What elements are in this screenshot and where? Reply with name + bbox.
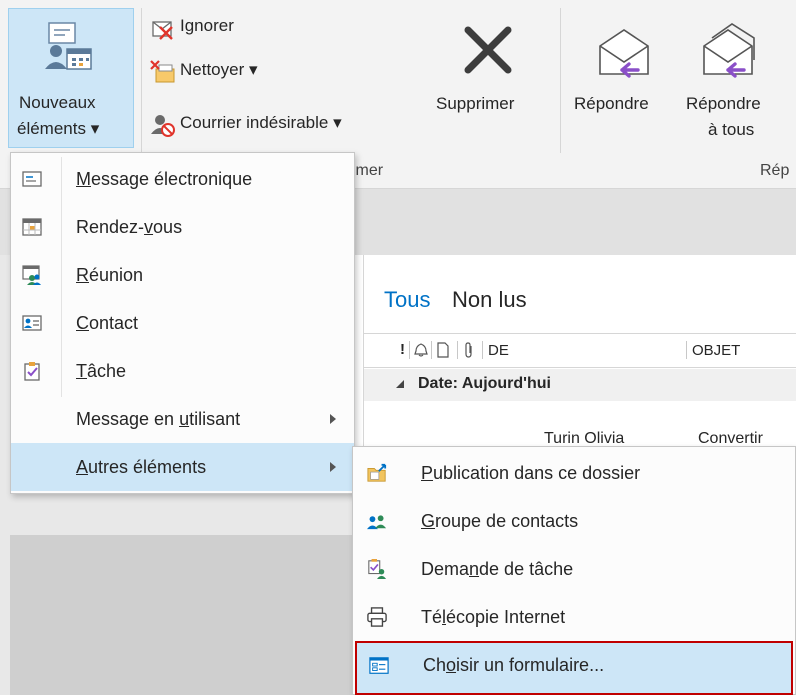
column-separator — [409, 341, 410, 359]
ribbon-separator — [560, 8, 561, 153]
from-column[interactable]: DE — [488, 342, 509, 359]
submenu-item-choose-form[interactable]: Choisir un formulaire... — [355, 641, 793, 695]
column-separator — [457, 341, 458, 359]
ignore-icon — [152, 21, 173, 40]
meeting-icon — [22, 265, 41, 285]
collapse-triangle-icon[interactable] — [396, 380, 404, 388]
submenu-item-label: Demande de tâche — [421, 559, 574, 579]
ignore-button[interactable]: Ignorer — [150, 14, 280, 44]
reply-all-button[interactable]: Répondre à tous — [684, 10, 794, 150]
menu-item-label: Message en utilisant — [76, 409, 241, 429]
group-header-label: Date: Aujourd'hui — [418, 375, 551, 392]
menu-item-label: Message électronique — [76, 169, 253, 189]
submenu-item-post[interactable]: Publication dans ce dossier — [353, 449, 795, 497]
submenu-item-label: Publication dans ce dossier — [421, 463, 641, 483]
submenu-item-label: Groupe de contacts — [421, 511, 579, 531]
clean-label: Nettoyer ▾ — [180, 60, 258, 79]
new-items-menu: Message électronique Rendez-vous Réunion… — [10, 152, 355, 494]
menu-item-label: Contact — [76, 313, 139, 333]
group-label-respond: Rép — [760, 162, 790, 179]
submenu-arrow-icon — [330, 462, 336, 472]
menu-item-label: Autres éléments — [76, 457, 207, 477]
contact-card-icon — [22, 315, 42, 331]
junk-label: Courrier indésirable ▾ — [180, 113, 342, 132]
calendar-icon — [22, 218, 42, 236]
junk-button[interactable]: Courrier indésirable ▾ — [150, 110, 430, 140]
reply-all-icon — [703, 23, 755, 78]
task-clipboard-icon — [24, 362, 40, 381]
clean-icon — [150, 60, 175, 83]
reply-label: Répondre — [574, 94, 649, 113]
attachment-icon[interactable] — [462, 341, 476, 359]
menu-item-label: Rendez-vous — [76, 217, 183, 237]
subject-column[interactable]: OBJET — [692, 342, 740, 359]
reply-all-label-2: à tous — [708, 120, 755, 139]
column-separator — [686, 341, 687, 359]
header-divider — [364, 333, 796, 334]
column-separator — [482, 341, 483, 359]
menu-item-appointment[interactable]: Rendez-vous — [11, 203, 354, 251]
new-items-icon — [45, 22, 92, 70]
reminder-bell-icon[interactable] — [413, 342, 429, 358]
new-items-label-2: éléments ▾ — [17, 119, 100, 138]
reply-button[interactable]: Répondre — [570, 10, 680, 150]
column-header: ! DE OBJET — [364, 335, 796, 365]
menu-item-message-using[interactable]: Message en utilisant — [11, 395, 354, 443]
task-request-icon — [368, 559, 387, 579]
fax-printer-icon — [367, 607, 387, 627]
submenu-item-label: Télécopie Internet — [421, 607, 566, 627]
delete-x-icon — [464, 26, 512, 74]
junk-icon — [151, 115, 175, 137]
clean-button[interactable]: Nettoyer ▾ — [150, 58, 320, 88]
new-items-button[interactable]: Nouveaux éléments ▾ — [8, 8, 134, 148]
submenu-arrow-icon — [330, 414, 336, 424]
new-items-label-1: Nouveaux — [19, 93, 96, 112]
other-items-submenu: Publication dans ce dossier Groupe de co… — [352, 446, 796, 695]
menu-item-contact[interactable]: Contact — [11, 299, 354, 347]
column-separator — [431, 341, 432, 359]
submenu-item-label: Choisir un formulaire... — [423, 655, 605, 675]
delete-label: Supprimer — [436, 94, 515, 113]
menu-item-other-items[interactable]: Autres éléments — [11, 443, 354, 491]
header-divider — [364, 367, 796, 368]
menu-item-meeting[interactable]: Réunion — [11, 251, 354, 299]
folder-pane-footer — [10, 535, 355, 695]
reply-icon — [599, 29, 649, 78]
contact-group-icon — [367, 515, 387, 530]
delete-button[interactable]: Supprimer — [432, 10, 550, 150]
submenu-item-task-request[interactable]: Demande de tâche — [353, 545, 795, 593]
importance-column[interactable]: ! — [400, 341, 405, 358]
reply-all-label-1: Répondre — [686, 94, 761, 113]
tab-unread[interactable]: Non lus — [452, 287, 527, 313]
tab-all[interactable]: Tous — [384, 287, 430, 313]
ribbon-separator — [141, 8, 142, 153]
email-message-icon — [22, 171, 42, 187]
menu-item-task[interactable]: Tâche — [11, 347, 354, 395]
menu-item-label: Tâche — [76, 361, 127, 381]
ignore-label: Ignorer — [180, 16, 234, 35]
post-in-folder-icon — [367, 463, 387, 482]
submenu-item-internet-fax[interactable]: Télécopie Internet — [353, 593, 795, 641]
submenu-item-contact-group[interactable]: Groupe de contacts — [353, 497, 795, 545]
document-icon[interactable] — [436, 342, 450, 358]
form-icon — [369, 657, 389, 674]
menu-item-email[interactable]: Message électronique — [11, 155, 354, 203]
group-label-delete: imer — [352, 162, 384, 179]
group-header[interactable]: Date: Aujourd'hui — [364, 369, 796, 401]
menu-item-label: Réunion — [76, 265, 144, 285]
